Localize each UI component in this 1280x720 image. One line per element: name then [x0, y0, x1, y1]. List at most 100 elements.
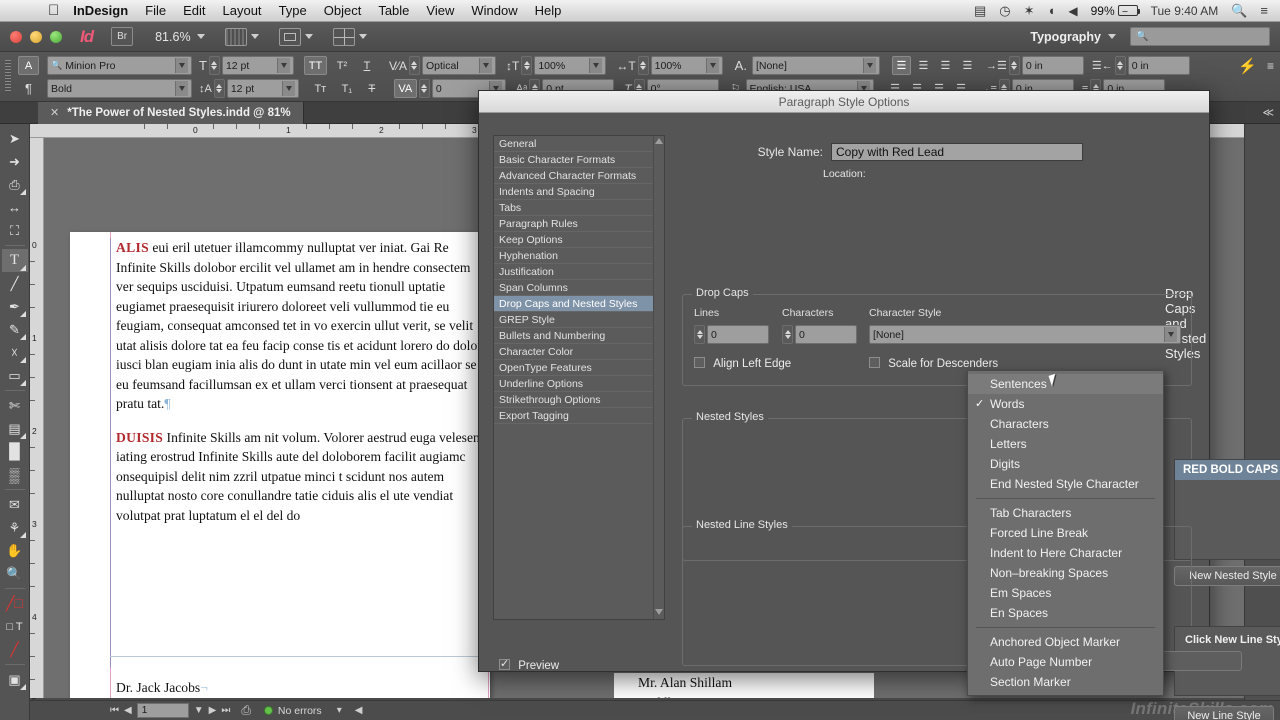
menu-item-non-breaking-spaces[interactable]: Non–breaking Spaces [968, 563, 1163, 583]
nav-item-paragraph-rules[interactable]: Paragraph Rules [494, 216, 664, 232]
bridge-button[interactable]: Br [111, 27, 134, 46]
tool-rectangle[interactable]: ▭ [2, 364, 28, 387]
tool-type[interactable]: T [1, 249, 28, 272]
page-number-input[interactable]: 1 [136, 703, 189, 718]
small-caps-button[interactable]: Tᴛ [309, 79, 332, 98]
screen-recording-icon[interactable]: ▤ [974, 3, 986, 19]
new-line-style-button[interactable]: New Line Style [1174, 706, 1274, 720]
panel-menu-icon[interactable]: ≡ [1267, 59, 1274, 73]
scroll-down-icon[interactable] [655, 609, 663, 615]
workspace-switcher[interactable]: Typography [1030, 30, 1116, 44]
tool-page[interactable]: ⎙ [2, 173, 28, 196]
wifi-icon[interactable]: ◖ [1048, 3, 1056, 18]
list-icon[interactable]: ≡ [1260, 3, 1268, 18]
all-caps-button[interactable]: TT [303, 56, 327, 75]
chevron-down-icon[interactable] [276, 58, 290, 73]
chevron-down-icon[interactable] [589, 58, 603, 73]
menu-item-auto-page-number[interactable]: Auto Page Number [968, 652, 1163, 672]
formatting-affects-container[interactable]: □ T [2, 615, 28, 638]
tracking-stepper[interactable] [418, 79, 430, 98]
paragraph-formatting-button[interactable]: ¶ [18, 79, 39, 98]
tool-gap[interactable]: ↔ [2, 196, 28, 219]
menu-item-file[interactable]: File [145, 3, 166, 18]
align-left-button[interactable]: ☰ [891, 56, 911, 75]
tool-zoom[interactable]: 🔍 [2, 562, 28, 585]
chevron-down-icon[interactable] [175, 58, 188, 73]
search-icon[interactable]: 🔍 [1231, 3, 1247, 19]
nav-item-tabs[interactable]: Tabs [494, 200, 664, 216]
zoom-level-control[interactable]: 81.6% [155, 30, 205, 44]
lightning-icon[interactable]: ⚡ [1238, 57, 1257, 75]
font-size-input[interactable]: 12 pt [221, 56, 294, 75]
font-size-stepper[interactable] [208, 56, 220, 75]
menu-item-type[interactable]: Type [279, 3, 307, 18]
preview-checkbox[interactable]: Preview [499, 657, 559, 672]
tool-note[interactable]: ✉ [2, 493, 28, 516]
vertical-ruler[interactable]: 0 1 2 3 4 5 [30, 138, 44, 706]
nav-item-indents-and-spacing[interactable]: Indents and Spacing [494, 184, 664, 200]
menu-item-edit[interactable]: Edit [183, 3, 205, 18]
characters-stepper[interactable] [782, 325, 793, 344]
screen-mode-button[interactable] [224, 27, 259, 46]
menu-item-layout[interactable]: Layout [223, 3, 262, 18]
document-tab[interactable]: ✕ *The Power of Nested Styles.indd @ 81% [38, 101, 304, 124]
time-machine-icon[interactable]: ◷ [999, 3, 1010, 19]
menu-item-view[interactable]: View [426, 3, 454, 18]
tracking-icon[interactable]: VA [393, 79, 417, 98]
characters-input[interactable]: 0 [795, 325, 857, 344]
style-name-input[interactable]: Copy with Red Lead [831, 143, 1083, 161]
tool-direct-selection[interactable]: ➜ [2, 150, 28, 173]
tool-pencil[interactable]: ✎ [2, 318, 28, 341]
nav-item-basic-character-formats[interactable]: Basic Character Formats [494, 152, 664, 168]
vertical-scale-stepper[interactable] [521, 56, 533, 75]
kerning-input[interactable]: Optical [421, 56, 496, 75]
expand-panels-icon[interactable]: ≪ [1262, 106, 1274, 119]
tool-free-transform[interactable]: ▤ [2, 417, 28, 440]
last-page-icon[interactable]: ⏭ [221, 705, 230, 716]
arrange-documents-button[interactable] [332, 27, 367, 46]
lines-stepper[interactable] [694, 325, 705, 344]
menu-item-indent-to-here-character[interactable]: Indent to Here Character [968, 543, 1163, 563]
font-style-input[interactable]: Bold [47, 79, 192, 98]
menu-item-app[interactable]: InDesign [73, 3, 128, 18]
screen-mode-tool[interactable]: ▣ [2, 668, 28, 691]
menu-item-forced-line-break[interactable]: Forced Line Break [968, 523, 1163, 543]
left-indent-stepper[interactable] [1008, 56, 1020, 75]
nested-style-unit-dropdown-menu[interactable]: Sentences ✓ Words Characters Letters Digi… [967, 370, 1164, 696]
menu-item-words[interactable]: ✓ Words [968, 394, 1163, 414]
chevron-down-icon[interactable]: ▾ [337, 705, 342, 716]
font-family-input[interactable]: 🔍 Minion Pro [47, 56, 192, 75]
nav-item-strikethrough-options[interactable]: Strikethrough Options [494, 392, 664, 408]
vertical-scale-input[interactable]: 100% [534, 56, 607, 75]
menu-item-help[interactable]: Help [535, 3, 562, 18]
menu-item-end-nested-style-character[interactable]: End Nested Style Character [968, 474, 1163, 494]
nav-item-keep-options[interactable]: Keep Options [494, 232, 664, 248]
minimize-window-button[interactable] [30, 30, 42, 43]
tool-scissors[interactable]: ✄ [2, 394, 28, 417]
scroll-up-icon[interactable] [655, 138, 663, 144]
nav-item-justification[interactable]: Justification [494, 264, 664, 280]
horizontal-scale-stepper[interactable] [637, 56, 649, 75]
menu-item-tab-characters[interactable]: Tab Characters [968, 503, 1163, 523]
drop-caps-character-style-select[interactable]: [None] [869, 325, 1181, 344]
scale-for-descenders-checkbox[interactable]: Scale for Descenders [869, 357, 998, 370]
chevron-down-icon[interactable] [175, 81, 188, 96]
chevron-down-icon[interactable] [705, 58, 719, 73]
leading-stepper[interactable] [213, 79, 225, 98]
clock[interactable]: Tue 9:40 AM [1151, 4, 1219, 18]
leading-input[interactable]: 12 pt [226, 79, 299, 98]
document-body-text[interactable]: ALIS eui eril utetuer illamcommy nullupt… [116, 238, 482, 539]
ok-button[interactable] [1154, 651, 1242, 671]
tool-line[interactable]: ╱ [2, 272, 28, 295]
tool-gradient-feather[interactable]: ▒ [2, 463, 28, 486]
kerning-stepper[interactable] [408, 56, 420, 75]
dialog-nav-list[interactable]: General Basic Character Formats Advanced… [493, 135, 665, 620]
superscript-button[interactable]: T² [332, 56, 352, 75]
right-indent-stepper[interactable] [1114, 56, 1126, 75]
help-search-input[interactable]: 🔍 [1130, 27, 1270, 46]
volume-icon[interactable]: ◀ [1068, 4, 1077, 18]
close-window-button[interactable] [10, 30, 22, 43]
first-page-icon[interactable]: ⏮ [110, 705, 119, 716]
maximize-window-button[interactable] [50, 30, 62, 43]
nav-item-underline-options[interactable]: Underline Options [494, 376, 664, 392]
